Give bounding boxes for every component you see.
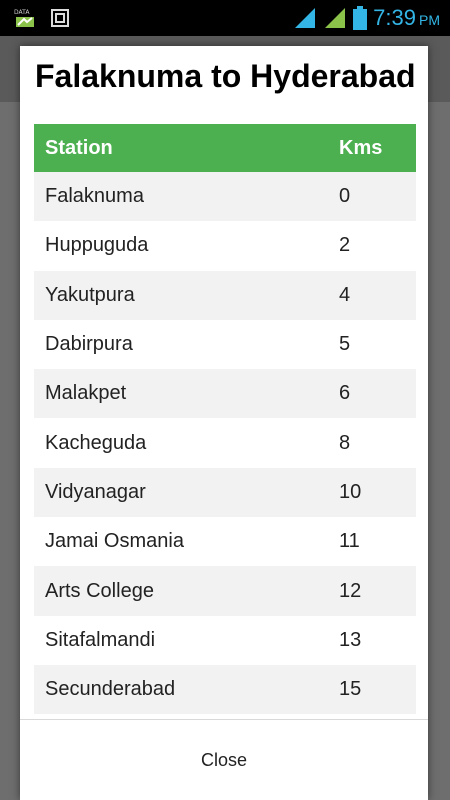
battery-icon <box>353 6 368 30</box>
table-row: Yakutpura 4 <box>34 270 416 320</box>
table-row: Jamai Osmania 11 <box>34 517 416 567</box>
station-cell: Malakpet <box>34 369 328 419</box>
station-cell: Falaknuma <box>34 172 328 222</box>
dialog-footer: Close <box>20 719 428 800</box>
table-row: Kacheguda 8 <box>34 418 416 468</box>
station-cell: Arts College <box>34 566 328 616</box>
signal-icon-2 <box>325 8 346 28</box>
station-table: Station Kms Falaknuma 0 Huppuguda 2 Yakutpur… <box>34 124 416 715</box>
station-cell: Kacheguda <box>34 418 328 468</box>
column-header-kms: Kms <box>328 124 416 172</box>
station-cell: Vidyanagar <box>34 467 328 518</box>
station-cell: Huppuguda <box>34 221 328 271</box>
table-row: Huppuguda 2 <box>34 221 416 271</box>
kms-cell: 10 <box>328 467 416 518</box>
kms-cell: 2 <box>328 221 416 271</box>
station-cell: Secunderabad <box>34 664 328 715</box>
column-header-station: Station <box>34 124 328 172</box>
kms-cell: 5 <box>328 319 416 370</box>
close-button[interactable]: Close <box>20 720 428 800</box>
kms-cell: 0 <box>328 172 416 222</box>
station-cell: Dabirpura <box>34 319 328 370</box>
kms-cell: 4 <box>328 270 416 320</box>
data-icon: DATA <box>14 9 34 27</box>
kms-cell: 11 <box>328 517 416 567</box>
table-row: Dabirpura 5 <box>34 319 416 370</box>
table-row: Vidyanagar 10 <box>34 467 416 518</box>
kms-cell: 13 <box>328 615 416 665</box>
notification-icon <box>51 9 69 27</box>
table-header-row: Station Kms <box>34 124 416 172</box>
table-row: Falaknuma 0 <box>34 172 416 222</box>
status-bar: DATA 7:39 PM <box>0 0 450 36</box>
station-cell: Jamai Osmania <box>34 517 328 567</box>
clock: 7:39 PM <box>373 5 440 30</box>
station-cell: Sitafalmandi <box>34 615 328 665</box>
svg-text:DATA: DATA <box>14 9 30 16</box>
table-row: Sitafalmandi 13 <box>34 615 416 665</box>
signal-icon-1 <box>295 8 316 28</box>
table-row: Secunderabad 15 <box>34 664 416 715</box>
route-dialog: Falaknuma to Hyderabad Station Kms Falak… <box>20 46 428 800</box>
station-cell: Yakutpura <box>34 270 328 320</box>
kms-cell: 8 <box>328 418 416 468</box>
kms-cell: 15 <box>328 664 416 715</box>
dialog-title: Falaknuma to Hyderabad <box>35 58 416 94</box>
kms-cell: 12 <box>328 566 416 616</box>
kms-cell: 6 <box>328 369 416 419</box>
table-row: Arts College 12 <box>34 566 416 616</box>
table-row: Malakpet 6 <box>34 369 416 419</box>
